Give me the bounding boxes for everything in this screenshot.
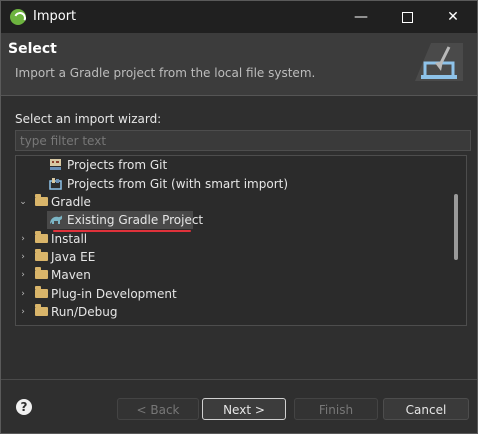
page-title: Select <box>8 41 57 57</box>
finish-button[interactable]: Finish <box>294 398 378 420</box>
minimize-button[interactable]: — <box>338 1 384 33</box>
title-bar: Import — ✕ <box>1 1 477 33</box>
close-button[interactable]: ✕ <box>430 1 476 33</box>
tree-scrollbar[interactable] <box>454 194 458 260</box>
chevron-right-icon[interactable]: › <box>18 248 28 266</box>
window-title: Import <box>33 9 77 24</box>
wizard-tree[interactable]: Projects from Git Projects from Git (wit… <box>15 155 467 326</box>
import-wizard-label: Select an import wizard: <box>15 112 162 126</box>
chevron-right-icon[interactable]: › <box>18 285 28 303</box>
tree-item-label: Maven <box>51 268 91 282</box>
tree-item-label: Gradle <box>51 195 91 209</box>
tree-item-label: Run/Debug <box>51 305 118 319</box>
tree-item-label: Plug-in Development <box>51 287 177 301</box>
next-button[interactable]: Next > <box>202 398 286 420</box>
folder-icon <box>35 304 48 316</box>
filter-input[interactable] <box>15 130 471 151</box>
spring-icon <box>10 9 26 25</box>
back-button[interactable]: < Back <box>117 398 199 420</box>
folder-icon <box>35 286 48 298</box>
git-smart-icon <box>49 178 62 190</box>
cancel-button[interactable]: Cancel <box>383 398 469 420</box>
gradle-icon <box>50 215 63 224</box>
import-dialog: Import — ✕ Select Import a Gradle projec… <box>0 0 478 434</box>
button-bar-separator <box>1 379 477 380</box>
tree-item-label: Install <box>51 232 88 246</box>
help-button[interactable]: ? <box>16 399 32 415</box>
chevron-right-icon[interactable]: › <box>18 230 28 248</box>
page-description: Import a Gradle project from the local f… <box>15 66 316 80</box>
folder-icon <box>35 249 48 261</box>
tree-item-label: Existing Gradle Project <box>67 213 204 227</box>
chevron-right-icon[interactable]: › <box>18 266 28 284</box>
wizard-banner: Select Import a Gradle project from the … <box>1 33 477 95</box>
folder-icon <box>35 231 48 243</box>
import-wizard-icon <box>415 43 463 81</box>
maximize-button[interactable] <box>384 1 430 33</box>
banner-separator <box>1 95 477 96</box>
tree-item-label: Projects from Git <box>67 158 168 172</box>
chevron-right-icon[interactable]: › <box>18 303 28 321</box>
chevron-down-icon[interactable]: ⌄ <box>18 193 28 211</box>
tree-item-label: Java EE <box>51 250 96 264</box>
folder-icon <box>35 194 48 206</box>
maximize-icon <box>401 11 413 23</box>
tree-item-label: Projects from Git (with smart import) <box>67 177 289 191</box>
git-icon <box>50 159 61 170</box>
folder-icon <box>35 267 48 279</box>
